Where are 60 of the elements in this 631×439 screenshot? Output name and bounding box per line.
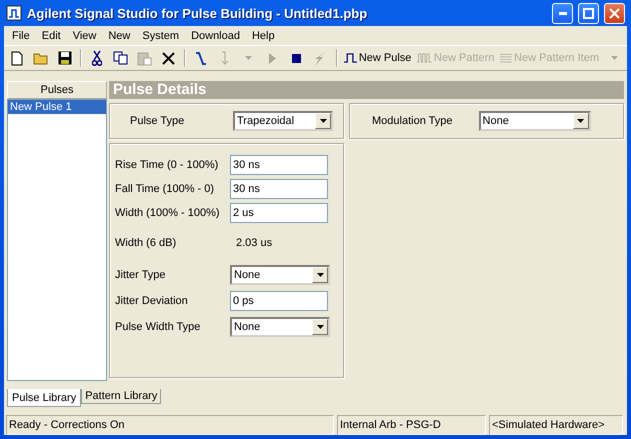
input-field[interactable]: 2 us [230,203,328,223]
window-title: Agilent Signal Studio for Pulse Building - Untitled1.pbp [27,6,368,20]
dropdown-arrow-button[interactable] [572,113,589,129]
folder-icon[interactable] [33,52,49,64]
menu-item[interactable]: System [136,30,186,42]
maximize-icon [583,8,594,18]
menu-item[interactable]: Download [185,30,246,42]
menu-item[interactable]: View [66,30,102,42]
pulse-train-icon [417,52,432,64]
dropdown[interactable]: Trapezoidal [233,111,333,131]
connector-icon[interactable] [194,50,208,66]
lines-icon [500,52,512,64]
maximize-button[interactable] [578,2,599,24]
section-header: Pulse Details [109,81,624,99]
field-label: Width (6 dB) [114,237,178,249]
tab[interactable]: Pattern Library [81,389,162,404]
menu-item[interactable]: Edit [36,30,67,42]
dropdown[interactable]: None [230,317,330,337]
menu-item[interactable]: New [102,30,136,42]
caret-icon [320,119,326,123]
dropdown-arrow-button[interactable] [312,267,328,283]
field-label: Rise Time (0 - 100%) [114,159,220,171]
pulse-icon [344,52,357,64]
dropdown-arrow-button[interactable] [312,319,328,335]
column-header: Pulses [7,81,107,99]
dropdown[interactable]: None [478,111,591,131]
caret-icon [316,273,324,277]
field-label: Width (100% - 100%) [114,207,221,219]
new-document-icon[interactable] [11,50,23,66]
toolbar-button[interactable]: New Pulse [342,48,414,68]
status-text: Internal Arb - PSG-D [337,415,486,435]
copy-icon[interactable] [113,51,128,65]
input-field[interactable]: 30 ns [230,179,328,199]
field-label: Fall Time (100% - 0) [114,183,216,195]
close-button[interactable] [604,2,625,24]
field-label: Jitter Deviation [114,295,189,307]
dropdown[interactable]: None [230,265,330,285]
value-text: 2.03 us [235,237,272,249]
input-field[interactable]: 0 ps [230,291,328,311]
field-label: Pulse Type [130,115,184,127]
menu-item[interactable]: Help [246,30,281,42]
delete-x-icon[interactable] [162,52,176,64]
field-label: Jitter Type [114,269,167,281]
minimize-icon [558,12,566,14]
app-icon [6,5,22,21]
menu-item[interactable]: File [6,30,36,42]
status-text: Ready - Corrections On [6,415,334,435]
list-item[interactable]: New Pulse 1 [8,100,106,114]
stop-icon[interactable] [292,54,302,62]
caret-icon [316,325,324,329]
minimize-button[interactable] [552,2,573,24]
input-field[interactable]: 30 ns [230,155,328,175]
dropdown-arrow-button[interactable] [315,113,331,129]
status-text: <Simulated Hardware> [489,415,623,435]
close-icon [609,8,620,18]
field-label: Pulse Width Type [114,321,202,333]
field-label: Modulation Type [372,115,453,127]
tab[interactable]: Pulse Library [7,389,82,407]
scissors-icon[interactable] [92,50,102,66]
caret-icon [577,119,584,123]
